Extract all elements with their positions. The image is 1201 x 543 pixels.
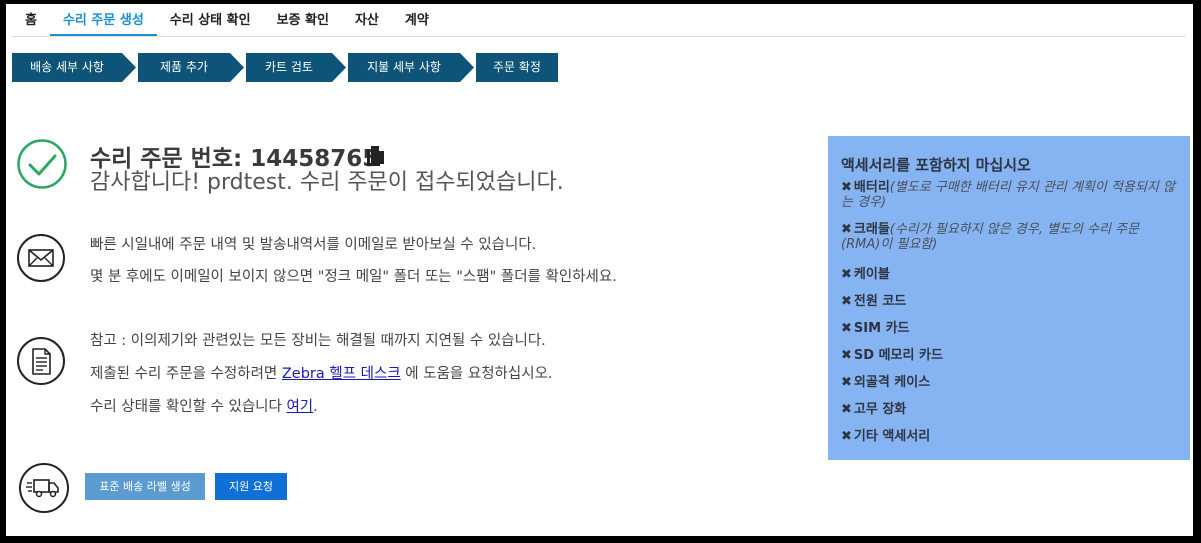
step-shipping-details: 배송 세부 사항 [12, 53, 122, 82]
x-icon: ✖ [841, 180, 852, 195]
x-icon: ✖ [841, 267, 852, 282]
accessory-item-rubber-boot: ✖ 고무 장화 [841, 398, 1176, 417]
accessory-item-sd-card: ✖ SD 메모리 카드 [841, 344, 1176, 363]
envelope-icon [17, 234, 65, 282]
x-icon: ✖ [841, 348, 852, 363]
note-check-status-prefix: 수리 상태를 확인할 수 있습니다 [90, 399, 287, 415]
create-shipping-label-button[interactable]: 표준 배송 라벨 생성 [85, 473, 205, 500]
zebra-help-desk-link[interactable]: Zebra 헬프 데스크 [282, 366, 401, 382]
thank-you-message: 감사합니다! prdtest. 수리 주문이 접수되었습니다. [90, 170, 564, 195]
shipping-truck-icon [19, 463, 69, 513]
x-icon: ✖ [841, 402, 852, 417]
accessory-name: 케이블 [853, 267, 890, 282]
accessory-item-cable: ✖ 케이블 [841, 263, 1176, 282]
accessory-name: 고무 장화 [853, 402, 907, 417]
step-order-confirm: 주문 확정 [476, 53, 558, 82]
page-frame: 홈 수리 주문 생성 수리 상태 확인 보증 확인 자산 계약 배송 세부 사항… [6, 4, 1193, 536]
note-check-status: 수리 상태를 확인할 수 있습니다 여기. [90, 395, 318, 416]
note-check-status-suffix: . [313, 399, 318, 415]
support-request-button[interactable]: 지원 요청 [215, 473, 287, 500]
tab-repair-status[interactable]: 수리 상태 확인 [157, 4, 264, 36]
accessory-note: (별도로 구매한 배터리 유지 관리 계획이 적용되지 않는 경우) [841, 180, 1175, 210]
accessory-name: 외골격 케이스 [853, 375, 931, 390]
tab-home[interactable]: 홈 [12, 4, 50, 36]
accessory-item-other: ✖ 기타 액세서리 [841, 425, 1176, 444]
step-add-product: 제품 추가 [138, 53, 230, 82]
step-arrow-icon [122, 53, 136, 82]
tab-create-repair-order[interactable]: 수리 주문 생성 [49, 4, 157, 36]
status-here-link[interactable]: 여기 [286, 399, 313, 415]
step-arrow-icon [230, 53, 244, 82]
accessory-item-exoskeleton-case: ✖ 외골격 케이스 [841, 371, 1176, 390]
tab-warranty-check[interactable]: 보증 확인 [264, 4, 342, 36]
x-icon: ✖ [841, 321, 852, 336]
tab-assets[interactable]: 자산 [342, 4, 392, 36]
accessory-item-battery: ✖ 배터리(별도로 구매한 배터리 유지 관리 계획이 적용되지 않는 경우) [841, 180, 1176, 210]
note-modify-order-suffix: 에 도움을 요청하십시오. [400, 366, 553, 382]
note-dispute-delay: 참고 : 이의제기와 관련있는 모든 장비는 해결될 때까지 지연될 수 있습니… [90, 333, 546, 349]
x-icon: ✖ [841, 222, 852, 237]
tab-contracts[interactable]: 계약 [392, 4, 442, 36]
note-modify-order: 제출된 수리 주문을 수정하려면 Zebra 헬프 데스크 에 도움을 요청하십… [90, 362, 553, 383]
x-icon: ✖ [841, 294, 852, 309]
email-info-line-2: 몇 분 후에도 이메일이 보이지 않으면 "정크 메일" 폴더 또는 "스팸" … [90, 269, 617, 285]
accessory-name: SIM 카드 [853, 321, 910, 336]
step-arrow-icon [460, 53, 474, 82]
x-icon: ✖ [841, 375, 852, 390]
accessory-name: 크래들 [853, 222, 890, 237]
step-arrow-icon [332, 53, 346, 82]
accessory-name: SD 메모리 카드 [853, 348, 943, 363]
success-check-icon [17, 139, 67, 189]
email-info-line-1: 빠른 시일내에 주문 내역 및 발송내역서를 이메일로 받아보실 수 있습니다. [90, 237, 537, 253]
accessory-name: 기타 액세서리 [853, 429, 931, 444]
document-icon [17, 337, 65, 385]
accessories-panel-title: 액세서리를 포함하지 마십시오 [841, 156, 1031, 174]
accessories-warning-panel: 액세서리를 포함하지 마십시오 ✖ 배터리(별도로 구매한 배터리 유지 관리 계… [828, 136, 1190, 460]
top-navigation: 홈 수리 주문 생성 수리 상태 확인 보증 확인 자산 계약 [12, 4, 1186, 37]
accessory-item-sim-card: ✖ SIM 카드 [841, 317, 1176, 336]
x-icon: ✖ [841, 429, 852, 444]
note-modify-order-prefix: 제출된 수리 주문을 수정하려면 [90, 366, 282, 382]
step-payment-details: 지불 세부 사항 [348, 53, 460, 82]
accessory-item-cradle: ✖ 크래들(수리가 필요하지 않은 경우, 별도의 수리 주문(RMA)이 필요함… [841, 222, 1176, 252]
accessory-item-power-cord: ✖ 전원 코드 [841, 290, 1176, 309]
accessory-name: 전원 코드 [853, 294, 907, 309]
step-cart-review: 카트 검토 [246, 53, 332, 82]
accessory-name: 배터리 [853, 180, 890, 195]
